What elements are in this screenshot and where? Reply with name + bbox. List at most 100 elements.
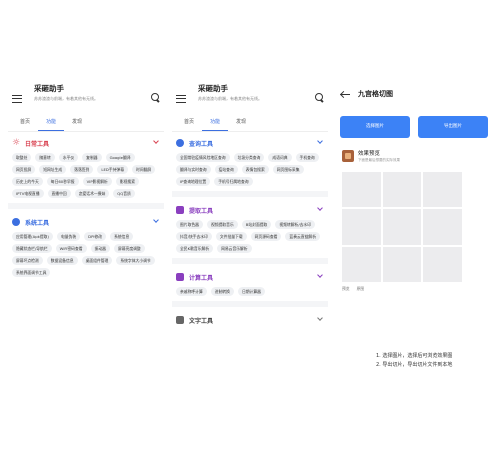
tool-chip[interactable]: 图片取色器 <box>176 220 203 229</box>
tool-chip[interactable]: WiFi密码查看 <box>55 244 87 253</box>
grid-cell <box>382 172 422 208</box>
tool-chip[interactable]: 短网址生成 <box>39 165 67 174</box>
tool-chip[interactable]: 全民K歌音乐解析 <box>176 244 214 253</box>
section-header[interactable]: 查询工具 <box>176 136 324 150</box>
tab-discover[interactable]: 发现 <box>228 116 254 131</box>
tool-chip[interactable]: 落落签到 <box>70 165 94 174</box>
tab-features[interactable]: 功能 <box>38 116 64 131</box>
section-title: 计算工具 <box>189 274 214 282</box>
tool-chip[interactable]: 表情包搜索 <box>241 165 269 174</box>
preview-link[interactable]: 预览 <box>342 286 350 292</box>
tool-chip[interactable]: 电量伪装 <box>56 232 81 241</box>
tab-home[interactable]: 首页 <box>176 116 202 131</box>
calculator-icon <box>176 273 184 281</box>
tool-chip[interactable]: 日期计算器 <box>237 287 265 296</box>
tool-chip[interactable]: 每日60秒早报 <box>46 177 79 186</box>
tool-chip[interactable]: IP查询地理位置 <box>176 177 211 186</box>
tool-chip[interactable]: VIP影视解析 <box>82 177 112 186</box>
grid-cell <box>342 172 381 208</box>
tab-discover[interactable]: 发现 <box>64 116 90 131</box>
search-icon[interactable] <box>315 93 324 103</box>
tool-chip[interactable]: 视频提取音乐 <box>206 220 238 229</box>
instructions: 1. 选择图片，选择后可浏览效果图 2. 导出切片，导出切片文件到本地 <box>376 352 452 370</box>
tool-chip[interactable]: 系统界面调节工具 <box>12 268 51 277</box>
tool-chip[interactable]: QQ音质 <box>113 189 135 198</box>
chevron-down-icon[interactable] <box>317 315 323 321</box>
tool-chip[interactable]: 取整处 <box>12 153 32 162</box>
tab-home[interactable]: 首页 <box>12 116 38 131</box>
chevron-down-icon[interactable] <box>317 138 323 144</box>
tool-chip[interactable]: 手机号归属地查询 <box>214 177 253 186</box>
tool-chip[interactable]: 垃圾分类查询 <box>233 153 265 162</box>
tool-chip[interactable]: 翻译与实时查询 <box>176 165 211 174</box>
tool-chip[interactable]: 应用管理(Apk提取) <box>12 232 53 241</box>
section-system-tools: 系统工具 应用管理(Apk提取) 电量伪装 DPI修改 系统信息 隐藏状态栏/导… <box>8 211 164 284</box>
chevron-down-icon[interactable] <box>153 138 159 144</box>
tool-chip[interactable]: 随意转 <box>35 153 55 162</box>
tool-chip[interactable]: 全国常驻疫情风险地区查询 <box>176 153 230 162</box>
chevron-down-icon[interactable] <box>317 272 323 278</box>
chevron-down-icon[interactable] <box>317 205 323 211</box>
tool-chip[interactable]: 直播中回 <box>47 189 71 198</box>
grid-cell <box>423 246 462 282</box>
section-extract-tools: 提取工具 图片取色器 视频提取音乐 B站封面提取 视频转解析/去水印 抖音/快手… <box>172 199 328 266</box>
select-image-button[interactable]: 选择图片 <box>340 116 410 138</box>
tool-chip[interactable]: DPI修改 <box>84 232 107 241</box>
tool-chip[interactable]: 视频转解析/去水印 <box>275 220 316 229</box>
tool-chip[interactable]: 隐藏状态栏/导航栏 <box>12 244 52 253</box>
tool-chip[interactable]: 进制转换 <box>210 287 234 296</box>
tool-chip[interactable]: 水平仪 <box>58 153 79 162</box>
tool-chip[interactable]: 振动器 <box>90 244 110 253</box>
original-link[interactable]: 原图 <box>357 286 365 292</box>
section-header[interactable]: ☼ 日常工具 <box>12 136 160 150</box>
tool-chip[interactable]: 数据设备信息 <box>46 256 78 265</box>
export-image-button[interactable]: 导出图片 <box>418 116 488 138</box>
hamburger-menu-icon[interactable] <box>12 95 22 103</box>
chip-list: 应用管理(Apk提取) 电量伪装 DPI修改 系统信息 隐藏状态栏/导航栏 Wi… <box>12 229 160 282</box>
tool-chip[interactable]: 成语词典 <box>268 153 292 162</box>
chevron-down-icon[interactable] <box>153 217 159 223</box>
tool-chip[interactable]: 历史上的今天 <box>12 177 43 186</box>
tool-chip[interactable]: 桌面组件管理 <box>81 256 113 265</box>
tool-chip[interactable]: 网易云音乐解析 <box>217 244 252 253</box>
tool-chip[interactable]: 复制器 <box>82 153 102 162</box>
app-subtitle: 苏苏渣渣与前端，有着其他有无线。 <box>34 96 98 101</box>
section-header[interactable]: 文字工具 <box>176 313 324 327</box>
section-header[interactable]: 系统工具 <box>12 215 160 229</box>
tool-chip[interactable]: 手机查询 <box>295 153 319 162</box>
app-title: 采砸助手 <box>34 84 64 93</box>
tool-chip[interactable]: 网页投屏 <box>12 165 36 174</box>
tool-chip[interactable]: 疫站查询 <box>214 165 238 174</box>
tool-chip[interactable]: Google翻译 <box>105 153 135 162</box>
tool-chip[interactable]: 系统信息 <box>110 232 134 241</box>
tool-chip[interactable]: LED手持弹幕 <box>97 165 128 174</box>
tool-chip[interactable]: 系统字体大小调节 <box>116 256 155 265</box>
tool-chip[interactable]: 屏幕坏点检测 <box>12 256 43 265</box>
tool-chip[interactable]: 恋爱话术一撩妹 <box>74 189 110 198</box>
app-bar: 采砸助手 苏苏渣渣与前端，有着其他有无线。 <box>172 76 328 116</box>
tab-features[interactable]: 功能 <box>202 116 228 131</box>
tool-chip[interactable]: 蓝奏云直链解析 <box>285 232 320 241</box>
tool-chip[interactable]: 亲戚称呼计算 <box>176 287 207 296</box>
tool-chip[interactable]: 影视搜索 <box>115 177 139 186</box>
hamburger-menu-icon[interactable] <box>176 95 186 103</box>
grid-cell <box>423 209 462 245</box>
tool-chip[interactable]: B站封面提取 <box>241 220 272 229</box>
tool-chip[interactable]: 文件批量下载 <box>215 232 247 241</box>
tool-chip[interactable]: IPTV电视直播 <box>12 189 44 198</box>
tool-chip[interactable]: 抖音/快手去水印 <box>176 232 212 241</box>
tool-chip[interactable]: 时间翻屏 <box>132 165 156 174</box>
section-header[interactable]: 计算工具 <box>176 270 324 284</box>
action-buttons: 选择图片 导出图片 <box>340 116 488 138</box>
image-icon <box>176 206 184 214</box>
tool-chip[interactable]: 屏幕亮度调整 <box>113 244 145 253</box>
search-icon[interactable] <box>151 93 160 103</box>
app-subtitle: 苏苏渣渣与前端，有着其他有无线。 <box>198 96 262 101</box>
back-arrow-icon[interactable] <box>340 91 350 97</box>
section-header[interactable]: 提取工具 <box>176 203 324 217</box>
tool-chip[interactable]: 网页图标采集 <box>272 165 304 174</box>
globe-icon <box>176 139 184 147</box>
right-phone-screen: 九宫格切图 选择图片 导出图片 效果预览 下面是最后想要的实际效果 预览 原图 … <box>336 76 492 384</box>
tool-chip[interactable]: 网页源码查看 <box>250 232 282 241</box>
section-divider <box>8 203 164 209</box>
